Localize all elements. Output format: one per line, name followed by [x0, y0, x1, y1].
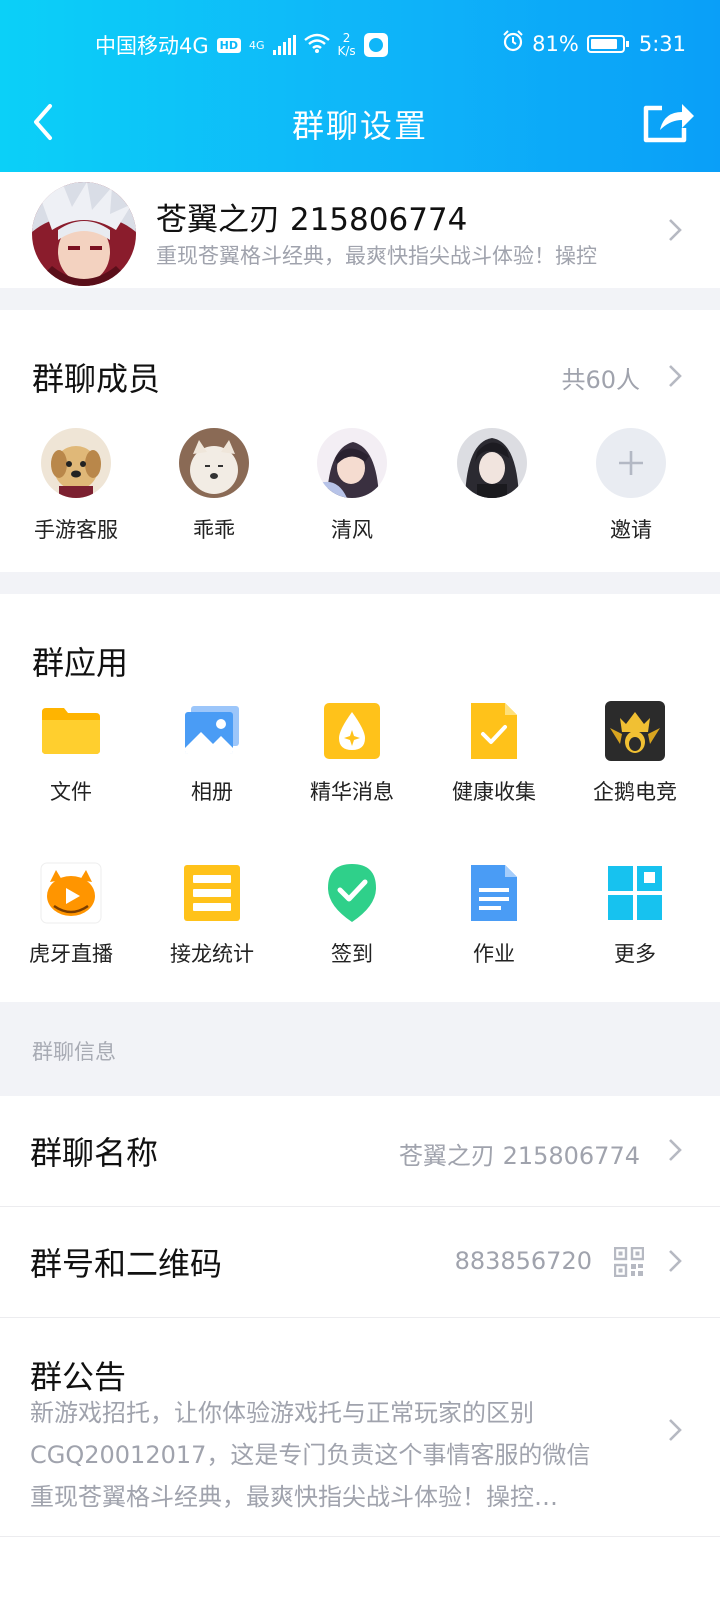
chevron-right-icon: [668, 1138, 682, 1162]
notice-line: 重现苍翼格斗经典，最爽快指尖战斗体验！操控…: [30, 1483, 558, 1511]
wifi-icon: [303, 33, 330, 58]
penguin-esports-icon: [604, 700, 666, 762]
member-name: 清风: [331, 518, 373, 542]
share-button[interactable]: [640, 96, 696, 146]
members-title: 群聊成员: [32, 360, 161, 398]
chevron-right-icon: [668, 218, 682, 242]
member-avatar: [457, 428, 527, 498]
signal-icon: [272, 35, 296, 55]
group-number: 883856720: [454, 1247, 592, 1275]
more-apps-icon: [604, 862, 666, 924]
app-label: 更多: [614, 942, 656, 966]
app-album[interactable]: 相册: [142, 700, 282, 806]
member-item[interactable]: 清风: [292, 428, 412, 544]
app-label: 企鹅电竞: [593, 780, 677, 804]
huya-live-icon: [40, 862, 102, 924]
member-avatar: [41, 428, 111, 498]
invite-member-button[interactable]: 邀请: [571, 428, 691, 544]
status-bar: 中国移动4G HD 4G 2 K/s 81% 5:31: [0, 24, 720, 64]
app-header: 中国移动4G HD 4G 2 K/s 81% 5:31 群聊设置: [0, 0, 720, 172]
essence-icon: [321, 700, 383, 762]
members-card: 群聊成员 共60人 手游客服 乖乖 清风 邀请: [0, 310, 720, 572]
health-collect-icon: [463, 700, 525, 762]
group-name-row[interactable]: 群聊名称 苍翼之刃 215806774: [0, 1096, 720, 1206]
plus-icon: [596, 428, 666, 498]
carrier-label: 中国移动4G: [95, 34, 209, 58]
notification-app-icon: [363, 33, 388, 57]
apps-title: 群应用: [32, 644, 129, 682]
app-essence-messages[interactable]: 精华消息: [282, 700, 422, 806]
alarm-icon: [502, 30, 524, 57]
app-health-collect[interactable]: 健康收集: [424, 700, 564, 806]
group-info-card: 群聊名称 苍翼之刃 215806774 群号和二维码 883856720 群公告: [0, 1096, 720, 1600]
app-label: 文件: [50, 780, 92, 804]
group-name: 苍翼之刃 215806774: [156, 202, 468, 238]
invite-label: 邀请: [610, 518, 652, 542]
chevron-right-icon[interactable]: [668, 364, 682, 388]
page-title: 群聊设置: [291, 107, 428, 145]
group-avatar: [32, 182, 136, 286]
row-value: 苍翼之刃 215806774: [398, 1142, 640, 1170]
group-profile-card[interactable]: 苍翼之刃 215806774 重现苍翼格斗经典，最爽快指尖战斗体验！操控: [0, 172, 720, 288]
qr-code-icon: [613, 1246, 645, 1281]
network-speed: 2 K/s: [337, 31, 356, 58]
member-avatar: [317, 428, 387, 498]
app-chain-stats[interactable]: 接龙统计: [142, 862, 282, 968]
group-apps-card: 群应用 文件 相册 精华消息 健康收集 企鹅电竞 虎牙直播 接龙统计 签到 作业…: [0, 594, 720, 1002]
folder-icon: [40, 700, 102, 762]
member-item[interactable]: 手游客服: [16, 428, 136, 544]
chain-stats-icon: [181, 862, 243, 924]
group-description: 重现苍翼格斗经典，最爽快指尖战斗体验！操控: [156, 244, 597, 268]
app-penguin-esports[interactable]: 企鹅电竞: [565, 700, 705, 806]
group-number-row[interactable]: 群号和二维码 883856720: [0, 1207, 720, 1317]
hd-badge: HD: [216, 37, 241, 53]
notice-line: 新游戏招托，让你体验游戏托与正常玩家的区别: [30, 1399, 534, 1427]
app-label: 签到: [331, 942, 373, 966]
member-name: 手游客服: [34, 518, 118, 542]
share-icon: [643, 104, 694, 143]
member-name: 乖乖: [193, 518, 235, 542]
notice-line: CGQ20012017，这是专门负责这个事情客服的微信: [30, 1441, 591, 1469]
album-icon: [181, 700, 243, 762]
clock: 5:31: [638, 31, 686, 56]
divider: [0, 1536, 720, 1537]
app-checkin[interactable]: 签到: [282, 862, 422, 968]
member-item[interactable]: 乖乖: [154, 428, 274, 544]
checkin-icon: [321, 862, 383, 924]
member-avatar: [179, 428, 249, 498]
app-homework[interactable]: 作业: [424, 862, 564, 968]
app-label: 精华消息: [310, 780, 394, 804]
member-item[interactable]: [432, 428, 552, 514]
row-title: 群号和二维码: [30, 1245, 223, 1283]
app-label: 作业: [473, 942, 515, 966]
member-count[interactable]: 共60人: [561, 360, 640, 395]
chevron-right-icon: [668, 1249, 682, 1273]
app-more[interactable]: 更多: [565, 862, 705, 968]
section-label-group-info: 群聊信息: [32, 1040, 116, 1064]
row-title: 群聊名称: [30, 1134, 159, 1172]
app-huya-live[interactable]: 虎牙直播: [1, 862, 141, 968]
app-label: 相册: [191, 780, 233, 804]
homework-icon: [463, 862, 525, 924]
network-type: 4G: [248, 38, 265, 52]
app-label: 健康收集: [452, 780, 536, 804]
app-label: 虎牙直播: [29, 942, 113, 966]
battery-percent: 81%: [532, 31, 579, 56]
battery-icon: [586, 34, 629, 53]
notice-content: 新游戏招托，让你体验游戏托与正常玩家的区别 CGQ20012017，这是专门负责…: [30, 1392, 660, 1518]
app-label: 接龙统计: [170, 942, 254, 966]
app-files[interactable]: 文件: [1, 700, 141, 806]
chevron-right-icon: [668, 1418, 682, 1442]
